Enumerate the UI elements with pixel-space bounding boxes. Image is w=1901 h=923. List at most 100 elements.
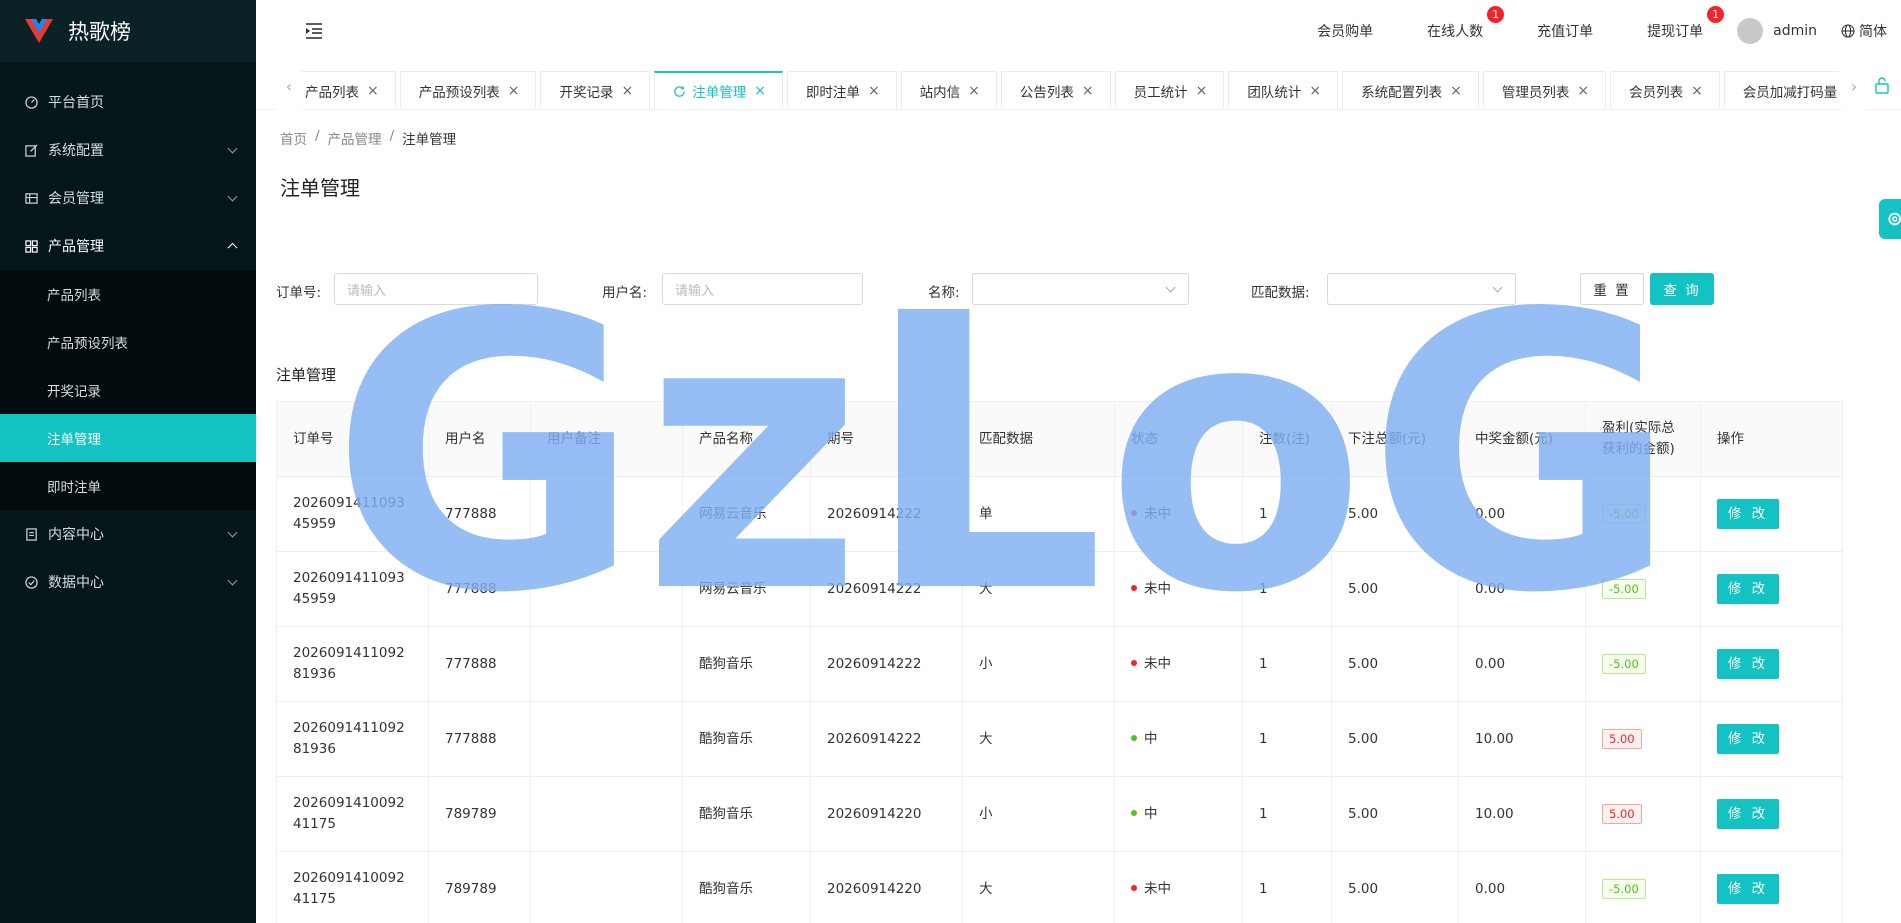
dashboard-icon: [24, 95, 38, 109]
close-icon[interactable]: ×: [868, 83, 880, 99]
cell-bet-count: 1: [1242, 476, 1332, 552]
cell-profit: -5.00: [1585, 551, 1701, 627]
tab-label: 注单管理: [692, 85, 747, 101]
status-text: 中: [1144, 805, 1158, 822]
sidebar-item-label: 平台首页: [48, 95, 104, 111]
tab-bet-management[interactable]: 注单管理 ×: [654, 71, 783, 109]
close-icon[interactable]: ×: [1691, 83, 1703, 99]
member-purchase-link[interactable]: 会员购单: [1317, 21, 1373, 41]
match-data-label: 匹配数据:: [1251, 285, 1310, 301]
recharge-orders-link[interactable]: 充值订单: [1537, 21, 1593, 41]
close-icon[interactable]: ×: [754, 83, 766, 99]
tab-team-stats[interactable]: 团队统计 ×: [1228, 71, 1339, 109]
sidebar-item-members[interactable]: 会员管理: [0, 174, 256, 222]
menu-fold-icon[interactable]: [304, 22, 324, 40]
close-icon[interactable]: ×: [1450, 83, 1462, 99]
sidebar-subitem-instant-bets[interactable]: 即时注单: [0, 462, 256, 510]
online-users-link[interactable]: 在线人数 1: [1427, 5, 1506, 41]
tab-member-list[interactable]: 会员列表 ×: [1610, 71, 1720, 109]
close-icon[interactable]: ×: [1577, 83, 1589, 99]
avatar[interactable]: [1737, 18, 1764, 44]
breadcrumb-home[interactable]: 首页: [280, 128, 307, 148]
sidebar-subitem-product-list[interactable]: 产品列表: [0, 270, 256, 318]
close-icon[interactable]: ×: [968, 83, 980, 99]
refresh-icon[interactable]: [673, 85, 686, 98]
cell-product-name: 酷狗音乐: [682, 776, 811, 852]
tab-admin-list[interactable]: 管理员列表 ×: [1482, 71, 1607, 109]
sidebar-item-data-center[interactable]: 数据中心: [0, 558, 256, 606]
tab-label: 管理员列表: [1501, 84, 1570, 101]
cell-status: 未中: [1114, 626, 1243, 702]
close-icon[interactable]: ×: [1309, 83, 1321, 99]
status-text: 未中: [1144, 655, 1171, 672]
sidebar-subitem-draw-records[interactable]: 开奖记录: [0, 366, 256, 414]
edit-button[interactable]: 修 改: [1717, 499, 1779, 529]
cell-actions: 修 改: [1700, 476, 1843, 552]
tab-member-betting-volume[interactable]: 会员加减打码量×: [1723, 71, 1839, 109]
tab-draw-records[interactable]: 开奖记录 ×: [540, 71, 651, 109]
cell-product-name: 酷狗音乐: [682, 851, 811, 923]
tab-instant-bets[interactable]: 即时注单 ×: [786, 71, 897, 109]
sidebar-item-products[interactable]: 产品管理: [0, 222, 256, 270]
close-icon[interactable]: ×: [621, 83, 633, 99]
edit-button[interactable]: 修 改: [1717, 574, 1779, 604]
chevron-down-icon: [227, 143, 238, 154]
chevron-right-icon[interactable]: ›: [1841, 62, 1867, 110]
order-no-input[interactable]: 请输入: [334, 273, 538, 305]
language-switch[interactable]: 简体: [1841, 21, 1887, 41]
cell-match-data: 小: [962, 626, 1115, 702]
cell-period: 20260914222: [810, 551, 963, 627]
app-logo[interactable]: 热歌榜: [0, 0, 256, 62]
breadcrumb-separator: /: [315, 128, 320, 144]
status-dot: [1131, 809, 1137, 816]
breadcrumb-products[interactable]: 产品管理: [328, 128, 382, 148]
sidebar-item-home[interactable]: 平台首页: [0, 78, 256, 126]
close-icon[interactable]: ×: [367, 83, 379, 99]
username-input[interactable]: 请输入: [662, 273, 863, 305]
cell-period: 20260914220: [810, 851, 963, 923]
breadcrumb: 首页 / 产品管理 / 注单管理: [280, 128, 1901, 148]
cell-period: 20260914222: [810, 476, 963, 552]
cell-status: 未中: [1114, 851, 1243, 923]
close-icon[interactable]: ×: [1196, 83, 1208, 99]
status-dot: [1131, 659, 1137, 666]
profit-tag: -5.00: [1602, 878, 1646, 899]
query-button[interactable]: 查 询: [1650, 273, 1714, 305]
tab-product-list[interactable]: 产品列表 ×: [302, 71, 396, 109]
tab-messages[interactable]: 站内信 ×: [900, 71, 997, 109]
close-icon[interactable]: ×: [1082, 83, 1094, 99]
username[interactable]: admin: [1773, 23, 1817, 39]
sidebar-item-content-center[interactable]: 内容中心: [0, 510, 256, 558]
settings-drawer-toggle[interactable]: [1879, 199, 1901, 239]
sidebar-menu: 平台首页 系统配置 会员管理 产品管理 产品列表 产品预设列表 开奖记录 注单管…: [0, 78, 256, 606]
sidebar-item-label: 系统配置: [48, 143, 104, 159]
sidebar-subitem-bet-management[interactable]: 注单管理: [0, 414, 256, 462]
tab-announcements[interactable]: 公告列表 ×: [1000, 71, 1111, 109]
close-icon[interactable]: ×: [508, 83, 520, 99]
edit-button[interactable]: 修 改: [1717, 799, 1779, 829]
cell-bet-total: 5.00: [1331, 851, 1459, 923]
tab-system-config-list[interactable]: 系统配置列表 ×: [1342, 71, 1479, 109]
cell-actions: 修 改: [1700, 776, 1843, 852]
breadcrumb-separator: /: [389, 128, 395, 144]
tab-staff-stats[interactable]: 员工统计 ×: [1114, 71, 1225, 109]
chevron-left-icon[interactable]: ‹: [276, 62, 302, 110]
match-data-select[interactable]: [1327, 273, 1516, 305]
edit-button[interactable]: 修 改: [1717, 649, 1779, 679]
edit-button[interactable]: 修 改: [1717, 874, 1779, 904]
lock-icon[interactable]: [1873, 76, 1891, 94]
table-row: 202609141009241175 789789 酷狗音乐 20260914220 大…: [276, 851, 1843, 923]
cell-order-no: 202609141109345959: [276, 551, 429, 627]
cell-match-data: 大: [962, 851, 1115, 923]
sidebar-item-system-config[interactable]: 系统配置: [0, 126, 256, 174]
withdraw-orders-link[interactable]: 提现订单 1: [1647, 5, 1726, 41]
chevron-down-icon: [227, 191, 238, 202]
edit-button[interactable]: 修 改: [1717, 724, 1779, 754]
sidebar-subitem-product-preset[interactable]: 产品预设列表: [0, 318, 256, 366]
table-row: 202609141109281936 777888 酷狗音乐 20260914222 大…: [276, 701, 1843, 777]
reset-button[interactable]: 重 置: [1580, 273, 1644, 305]
tab-product-preset[interactable]: 产品预设列表 ×: [399, 71, 537, 109]
cell-status: 未中: [1114, 476, 1243, 552]
header-actions: 会员购单 在线人数 1 充值订单 提现订单 1 admin 简体: [1317, 0, 1901, 62]
name-select[interactable]: [972, 273, 1189, 305]
